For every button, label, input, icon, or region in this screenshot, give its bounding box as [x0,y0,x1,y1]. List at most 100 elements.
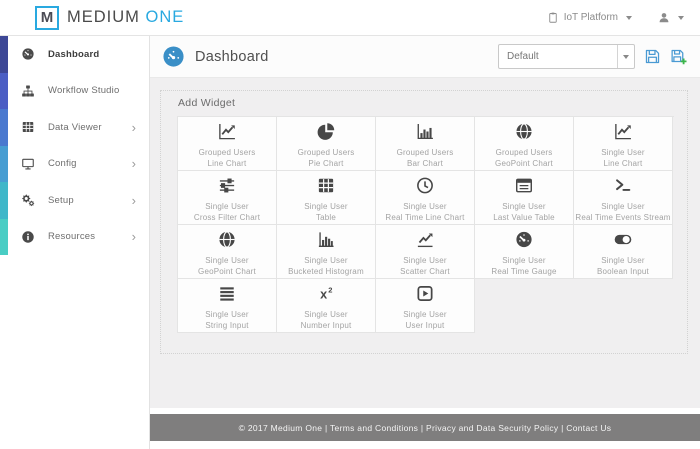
widget-name-label: Bar Chart [406,158,444,168]
content-area: Add Widget Grouped Users Line Chart Grou… [150,78,700,408]
svg-text:2: 2 [328,285,332,294]
widget-single-user-string-input[interactable]: Single User String Input [178,279,277,333]
sidebar-item-resources[interactable]: Resources › [0,218,149,255]
widget-group-label: Single User [502,202,546,211]
dashboard-select[interactable]: Default [498,44,635,69]
widget-name-label: Scatter Chart [400,266,450,276]
widget-group-label: Single User [304,202,348,211]
sidebar-color-strip [0,72,8,109]
widget-name-label: Number Input [300,320,352,330]
pie-chart-icon [315,122,337,141]
widget-single-user-bucketed-histogram[interactable]: Single User Bucketed Histogram [277,225,376,279]
chevron-right-icon: › [131,119,136,135]
add-widget-panel: Add Widget Grouped Users Line Chart Grou… [160,90,688,354]
top-right-menus: IoT Platform [547,11,684,24]
widget-grouped-users-geopoint-chart[interactable]: Grouped Users GeoPoint Chart [475,117,574,171]
widget-name-label: GeoPoint Chart [198,266,256,276]
save-icon[interactable] [644,48,661,65]
widget-grouped-users-pie-chart[interactable]: Grouped Users Pie Chart [277,117,376,171]
widget-name-label: Line Chart [207,158,247,168]
top-header: M MEDIUM ONE IoT Platform [0,0,700,36]
histogram-icon [315,230,337,249]
caret-down-icon [626,15,632,20]
widget-single-user-geopoint-chart[interactable]: Single User GeoPoint Chart [178,225,277,279]
bar-chart-icon [414,122,436,141]
chevron-right-icon: › [131,192,136,208]
chevron-right-icon: › [131,156,136,172]
align-justify-icon [216,284,238,303]
widget-single-user-real-time-events-stream[interactable]: Single User Real Time Events Stream [574,171,673,225]
widget-name-label: Bucketed Histogram [288,266,364,276]
save-new-icon[interactable] [670,48,687,65]
dashboard-circle-icon [163,46,184,67]
widget-group-label: Single User [205,202,249,211]
sidebar-color-strip [0,218,8,255]
sidebar-item-setup[interactable]: Setup › [0,182,149,219]
widget-name-label: User Input [405,320,445,330]
widget-grouped-users-line-chart[interactable]: Grouped Users Line Chart [178,117,277,171]
widget-grouped-users-bar-chart[interactable]: Grouped Users Bar Chart [376,117,475,171]
user-icon [658,11,670,24]
widget-group-label: Grouped Users [297,148,355,157]
dashboard-icon [21,47,35,61]
toggle-icon [612,230,634,249]
platform-menu[interactable]: IoT Platform [547,11,632,24]
sidebar-item-config[interactable]: Config › [0,145,149,182]
widget-single-user-table[interactable]: Single User Table [277,171,376,225]
sidebar-item-workflow-studio[interactable]: Workflow Studio [0,72,149,109]
widget-group-label: Single User [601,256,645,265]
widget-single-user-real-time-line-chart[interactable]: Single User Real Time Line Chart [376,171,475,225]
widget-single-user-cross-filter-chart[interactable]: Single User Cross Filter Chart [178,171,277,225]
dashboard-select-value: Default [507,51,539,62]
sidebar-item-data-viewer[interactable]: Data Viewer › [0,109,149,146]
widget-single-user-real-time-gauge[interactable]: Single User Real Time Gauge [475,225,574,279]
widget-group-label: Single User [304,256,348,265]
widget-name-label: Last Value Table [493,212,555,222]
footer-text[interactable]: © 2017 Medium One | Terms and Conditions… [239,423,612,433]
panel-title: Add Widget [178,97,236,109]
x-squared-icon: x2 [315,284,337,303]
widget-group-label: Single User [205,310,249,319]
sidebar-color-strip [0,145,8,182]
terminal-icon [612,176,634,195]
list-table-icon [513,176,535,195]
caret-down-icon [617,45,634,68]
clipboard-icon [547,11,559,24]
sidebar-item-label: Dashboard [48,48,100,60]
widget-grid: Grouped Users Line Chart Grouped Users P… [177,116,674,333]
caret-down-icon [623,54,629,59]
desktop-icon [21,157,35,171]
clock-icon [414,176,436,195]
table-icon [21,120,35,134]
widget-group-label: Single User [304,310,348,319]
widget-single-user-line-chart[interactable]: Single User Line Chart [574,117,673,171]
dashboard-controls: Default [498,44,687,69]
footer: © 2017 Medium One | Terms and Conditions… [150,414,700,441]
widget-single-user-last-value-table[interactable]: Single User Last Value Table [475,171,574,225]
widget-name-label: Line Chart [603,158,643,168]
brand-logo[interactable]: M MEDIUM ONE [35,5,185,30]
brand-mark: M [35,5,59,30]
table-grid-icon [315,176,337,195]
sidebar-item-label: Setup [48,194,74,206]
widget-group-label: Single User [601,202,645,211]
sidebar-item-label: Resources [48,231,96,243]
widget-group-label: Single User [502,256,546,265]
widget-group-label: Single User [205,256,249,265]
widget-name-label: Boolean Input [597,266,649,276]
brand-name-primary: MEDIUM [67,8,140,26]
brand-name-accent: ONE [145,8,185,26]
widget-single-user-boolean-input[interactable]: Single User Boolean Input [574,225,673,279]
sidebar-item-dashboard[interactable]: Dashboard [0,36,149,73]
user-menu[interactable] [658,11,684,24]
widget-single-user-number-input[interactable]: x2 Single User Number Input [277,279,376,333]
widget-single-user-scatter-chart[interactable]: Single User Scatter Chart [376,225,475,279]
widget-single-user-user-input[interactable]: Single User User Input [376,279,475,333]
widget-name-label: Cross Filter Chart [193,212,261,222]
sidebar-item-label: Data Viewer [48,121,102,133]
gears-icon [21,193,35,207]
info-icon [21,230,35,244]
line-chart-icon [216,122,238,141]
sidebar-color-strip [0,182,8,219]
widget-group-label: Single User [403,310,447,319]
